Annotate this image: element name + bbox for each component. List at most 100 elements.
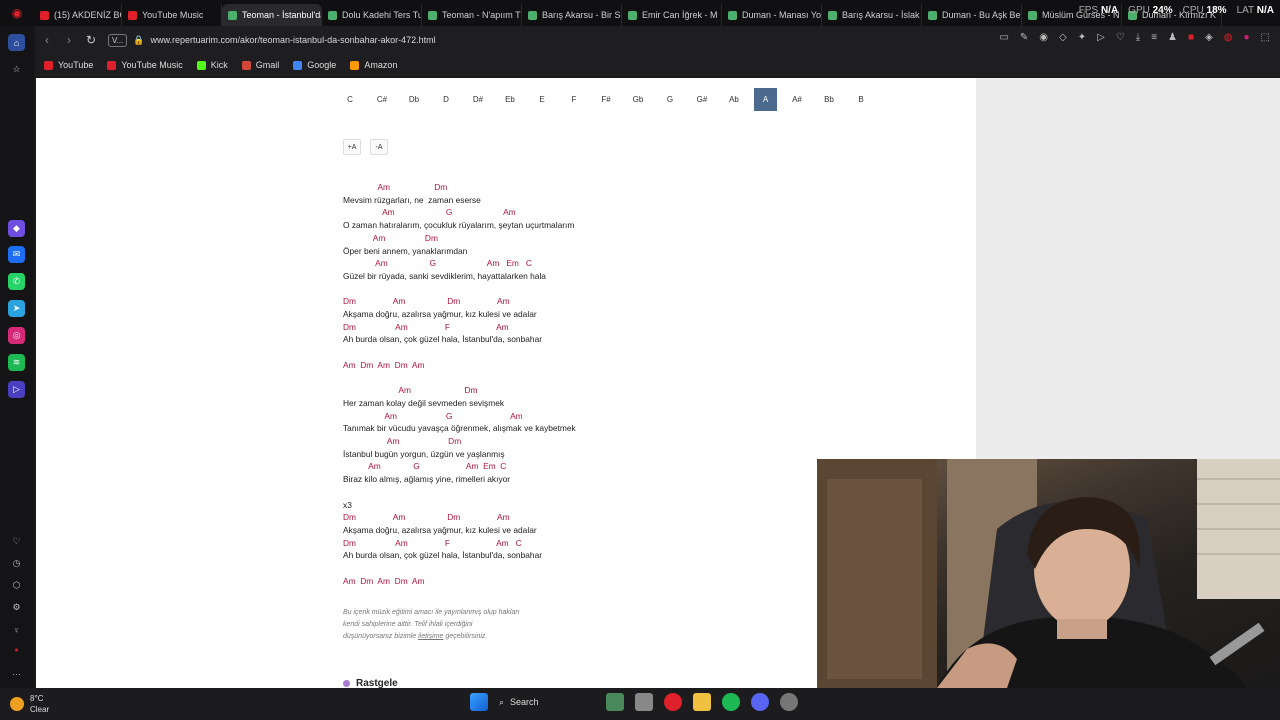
key-option[interactable]: C# xyxy=(366,88,398,111)
transpose-down-button[interactable]: -A xyxy=(370,139,388,155)
key-option[interactable]: Gb xyxy=(622,88,654,111)
key-option[interactable]: A# xyxy=(781,88,813,111)
steam-icon[interactable] xyxy=(780,693,798,711)
weather-widget[interactable]: 8°C Clear xyxy=(10,693,49,715)
instagram-icon[interactable]: ◎ xyxy=(8,327,25,344)
browser-tab[interactable]: Barış Akarsu - Bir Se xyxy=(522,4,622,26)
spotify-icon[interactable]: ≋ xyxy=(8,354,25,371)
settings-icon[interactable]: ⚙ xyxy=(8,599,25,616)
bookmark-item[interactable]: Amazon xyxy=(350,60,397,70)
heart-icon[interactable]: ♡ xyxy=(8,533,25,550)
opera-menu-icon[interactable]: ◉ xyxy=(0,0,34,26)
key-option[interactable]: G xyxy=(654,88,686,111)
browser-tab[interactable]: Teoman - İstanbul'da Son xyxy=(222,4,322,26)
key-option[interactable]: D# xyxy=(462,88,494,111)
ext-to-icon[interactable]: ◍ xyxy=(1224,32,1233,43)
download-icon[interactable]: ⤓ xyxy=(1136,32,1140,43)
key-option[interactable]: Eb xyxy=(494,88,526,111)
key-option[interactable]: Bb xyxy=(813,88,845,111)
bookmark-label: Amazon xyxy=(364,60,398,70)
extension-icon[interactable]: ✦ xyxy=(1078,32,1086,43)
browser-tab[interactable]: Duman - Bu Aşk Be xyxy=(922,4,1022,26)
browser-tab[interactable]: Emir Can İğrek - M xyxy=(622,4,722,26)
file-explorer-icon[interactable] xyxy=(693,693,711,711)
ext-box-icon[interactable]: ⬚ xyxy=(1261,32,1270,43)
star-icon[interactable]: ☆ xyxy=(8,61,25,78)
bookmark-item[interactable]: YouTube xyxy=(44,60,93,70)
bookmark-item[interactable]: Kick xyxy=(196,60,228,70)
player-icon[interactable]: ▷ xyxy=(8,381,25,398)
bookmark-label: YouTube xyxy=(58,60,94,70)
transpose-up-button[interactable]: +A xyxy=(343,139,361,155)
bookmark-item[interactable]: Gmail xyxy=(241,60,279,70)
widgets-icon[interactable] xyxy=(606,693,624,711)
bookmark-item[interactable]: YouTube Music xyxy=(107,60,183,70)
forward-icon[interactable]: › xyxy=(58,29,80,51)
lock-icon[interactable]: 🔒 xyxy=(133,35,144,46)
reload-icon[interactable]: ↻ xyxy=(80,29,102,51)
contact-link[interactable]: iletişime xyxy=(418,633,443,640)
spotify-taskbar-icon[interactable] xyxy=(722,693,740,711)
key-option[interactable]: D xyxy=(430,88,462,111)
url-text[interactable]: www.repertuarim.com/akor/teoman-istanbul… xyxy=(151,35,436,45)
browser-tab[interactable]: YouTube Music xyxy=(122,4,222,26)
ext-red-icon[interactable]: ■ xyxy=(1188,32,1194,43)
vpn-badge[interactable]: V... xyxy=(108,33,128,47)
telegram-icon[interactable]: ➤ xyxy=(8,300,25,317)
tab-label: Duman - Manası Yo xyxy=(742,10,822,20)
heart-outline-icon[interactable]: ♡ xyxy=(1116,32,1125,43)
browser-tab[interactable]: Dolu Kadehi Ters Tu xyxy=(322,4,422,26)
bag-icon[interactable]: ♟ xyxy=(1168,32,1177,43)
key-option[interactable]: C xyxy=(334,88,366,111)
key-option[interactable]: Db xyxy=(398,88,430,111)
sidebar-toggle-icon[interactable]: ▭ xyxy=(999,32,1008,43)
chord-line: Am G Am xyxy=(343,410,523,421)
more-icon[interactable]: … xyxy=(8,663,25,680)
opera-icon[interactable] xyxy=(664,693,682,711)
bulb-icon[interactable]: ♀ xyxy=(8,621,25,638)
browser-tab[interactable]: Teoman - N'apıım T xyxy=(422,4,522,26)
key-option[interactable]: A xyxy=(754,88,777,111)
ext-cat-icon[interactable]: ◈ xyxy=(1205,32,1213,43)
key-option[interactable]: B xyxy=(845,88,877,111)
camera-icon[interactable]: ◉ xyxy=(1039,32,1048,43)
key-option[interactable]: Ab xyxy=(718,88,750,111)
history-icon[interactable]: ◷ xyxy=(8,555,25,572)
fps-label: FPS xyxy=(1078,5,1099,16)
ud-icon[interactable]: ● xyxy=(8,642,25,659)
lyric-line: x3 xyxy=(343,499,352,510)
chord-line: Dm Am F Am C xyxy=(343,537,522,548)
whatsapp-icon[interactable]: ✆ xyxy=(8,273,25,290)
tab-favicon-icon xyxy=(328,10,337,20)
weather-condition: Clear xyxy=(30,705,50,714)
key-option[interactable]: F# xyxy=(590,88,622,111)
lyric-line: Biraz kilo almış, ağlamış yine, rimeller… xyxy=(343,474,511,485)
back-icon[interactable]: ‹ xyxy=(36,29,58,51)
bookmark-item[interactable]: Google xyxy=(293,60,336,70)
task-view-icon[interactable] xyxy=(635,693,653,711)
bullet-icon xyxy=(343,680,350,687)
browser-tab[interactable]: Duman - Manası Yo xyxy=(722,4,822,26)
key-option[interactable]: E xyxy=(526,88,558,111)
start-icon[interactable] xyxy=(470,693,488,711)
taskbar-search[interactable]: ⌕ Search xyxy=(499,697,595,708)
ext-ud-icon[interactable]: ● xyxy=(1244,32,1250,43)
browser-tab[interactable]: Barış Akarsu - İslak xyxy=(822,4,922,26)
cpu-label: CPU xyxy=(1182,5,1204,16)
aria-icon[interactable]: ◆ xyxy=(8,220,25,237)
shield-icon[interactable]: ◇ xyxy=(1059,32,1067,43)
edit-icon[interactable]: ✎ xyxy=(1020,32,1028,43)
disclaimer-line-2: kendi sahiplerine aittir. Telif ihlali i… xyxy=(343,621,473,628)
cube-icon[interactable]: ⬡ xyxy=(8,577,25,594)
search-label: Search xyxy=(510,697,539,707)
disclaimer-text-end: geçebilirsiniz. xyxy=(443,633,488,640)
play-icon[interactable]: ▷ xyxy=(1097,32,1105,43)
key-option[interactable]: F xyxy=(558,88,590,111)
menu-icon[interactable]: ≡ xyxy=(1151,32,1157,43)
browser-tab[interactable]: (15) AKDENİZ BÖLG xyxy=(34,4,122,26)
home-icon[interactable]: ⌂ xyxy=(8,34,25,51)
discord-icon[interactable] xyxy=(751,693,769,711)
key-option[interactable]: G# xyxy=(686,88,718,111)
messenger-icon[interactable]: ✉ xyxy=(8,246,25,263)
